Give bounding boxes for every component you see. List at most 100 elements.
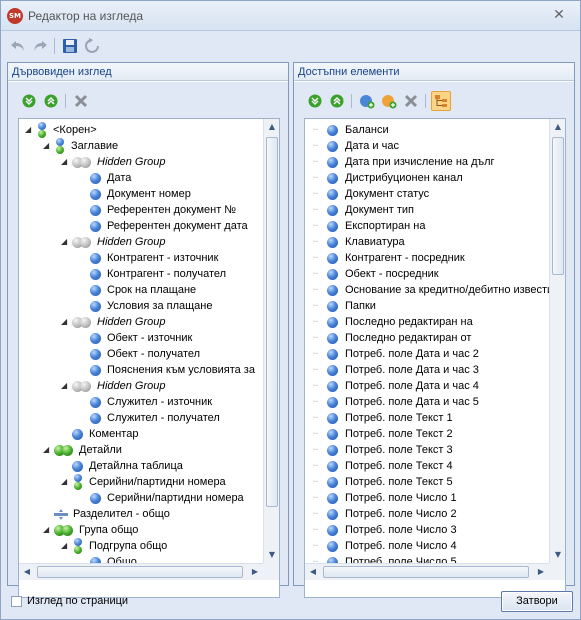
list-item[interactable]: ┈ Документ тип	[305, 202, 549, 218]
tree-node[interactable]: Дата	[19, 170, 269, 186]
collapse-toggle-icon[interactable]: ◢	[43, 446, 51, 454]
tree-node-label: Дата	[107, 172, 132, 184]
tree-node[interactable]: Коментар	[19, 426, 269, 442]
list-item[interactable]: ┈ Потреб. поле Число 3	[305, 522, 549, 538]
list-item[interactable]: ┈ Потреб. поле Текст 1	[305, 410, 549, 426]
list-item[interactable]: ┈ Потреб. поле Дата и час 3	[305, 362, 549, 378]
list-item[interactable]: ┈ Потреб. поле Дата и час 4	[305, 378, 549, 394]
tree-line-icon: ┈	[313, 541, 318, 550]
collapse-toggle-icon[interactable]: ◢	[61, 158, 69, 166]
list-item[interactable]: ┈ Потреб. поле Дата и час 5	[305, 394, 549, 410]
tree-node[interactable]: ◢ <Корен>	[19, 122, 269, 138]
scroll-up-arrow-icon[interactable]: ▲	[264, 119, 279, 135]
scroll-down-arrow-icon[interactable]: ▼	[550, 547, 565, 563]
list-horizontal-scrollbar[interactable]: ◀ ▶	[305, 563, 549, 580]
scroll-thumb[interactable]	[323, 566, 529, 578]
list-item[interactable]: ┈ Дата при изчисление на дълг	[305, 154, 549, 170]
collapse-toggle-icon[interactable]: ◢	[43, 526, 51, 534]
scroll-thumb[interactable]	[37, 566, 243, 578]
tree-node[interactable]: Референтен документ дата	[19, 218, 269, 234]
collapse-toggle-icon[interactable]: ◢	[25, 126, 33, 134]
delete-icon[interactable]	[402, 92, 420, 110]
list-item[interactable]: ┈ Контрагент - посредник	[305, 250, 549, 266]
tree-node[interactable]: ◢ Детайли	[19, 442, 269, 458]
tree-node[interactable]: ◢ Hidden Group	[19, 154, 269, 170]
scroll-down-arrow-icon[interactable]: ▼	[264, 547, 279, 563]
list-item[interactable]: ┈ Потреб. поле Число 1	[305, 490, 549, 506]
expand-all-icon[interactable]	[306, 92, 324, 110]
scroll-thumb[interactable]	[552, 137, 564, 275]
redo-icon[interactable]	[31, 37, 49, 55]
close-button[interactable]: Затвори	[501, 591, 573, 612]
close-window-icon[interactable]: ✕	[550, 6, 568, 24]
tree-node[interactable]: ◢ Група общо	[19, 522, 269, 538]
list-item[interactable]: ┈ Дата и час	[305, 138, 549, 154]
tree-node[interactable]: Контрагент - източник	[19, 250, 269, 266]
collapse-toggle-icon[interactable]: ◢	[43, 142, 51, 150]
collapse-all-icon[interactable]	[328, 92, 346, 110]
list-item[interactable]: ┈ Потреб. поле Текст 4	[305, 458, 549, 474]
tree-node[interactable]: Детайлна таблица	[19, 458, 269, 474]
list-item-label: Обект - посредник	[345, 268, 439, 280]
add-group-icon[interactable]	[380, 92, 398, 110]
list-item[interactable]: ┈ Баланси	[305, 122, 549, 138]
refresh-icon[interactable]	[83, 37, 101, 55]
delete-icon[interactable]	[72, 92, 90, 110]
list-item[interactable]: ┈ Потреб. поле Число 2	[305, 506, 549, 522]
tree-node[interactable]: Служител - получател	[19, 410, 269, 426]
paged-view-checkbox[interactable]	[11, 596, 22, 607]
add-element-icon[interactable]	[358, 92, 376, 110]
tree-node[interactable]: Срок на плащане	[19, 282, 269, 298]
tree-node[interactable]: Обект - получател	[19, 346, 269, 362]
tree-node[interactable]: ◢ Hidden Group	[19, 314, 269, 330]
collapse-toggle-icon[interactable]: ◢	[61, 238, 69, 246]
collapse-toggle-icon[interactable]: ◢	[61, 382, 69, 390]
tree-node[interactable]: Референтен документ №	[19, 202, 269, 218]
tree-node[interactable]: ◢ Hidden Group	[19, 378, 269, 394]
tree-node[interactable]: ◢ Hidden Group	[19, 234, 269, 250]
tree-node[interactable]: ◢ Заглавие	[19, 138, 269, 154]
list-item[interactable]: ┈ Последно редактиран на	[305, 314, 549, 330]
list-item[interactable]: ┈ Папки	[305, 298, 549, 314]
list-item[interactable]: ┈ Дистрибуционен канал	[305, 170, 549, 186]
list-item[interactable]: ┈ Клавиатура	[305, 234, 549, 250]
tree-node[interactable]: ◢ Серийни/партидни номера	[19, 474, 269, 490]
list-item[interactable]: ┈ Потреб. поле Число 4	[305, 538, 549, 554]
collapse-toggle-icon[interactable]: ◢	[61, 542, 69, 550]
scroll-thumb[interactable]	[266, 137, 278, 507]
undo-icon[interactable]	[9, 37, 27, 55]
collapse-toggle-icon[interactable]: ◢	[61, 478, 69, 486]
list-vertical-scrollbar[interactable]: ▲ ▼	[549, 119, 565, 564]
list-item[interactable]: ┈ Основание за кредитно/дебитно известие	[305, 282, 549, 298]
expand-all-icon[interactable]	[20, 92, 38, 110]
scroll-right-arrow-icon[interactable]: ▶	[247, 564, 263, 580]
tree-node[interactable]: Условия за плащане	[19, 298, 269, 314]
list-item[interactable]: ┈ Потреб. поле Текст 3	[305, 442, 549, 458]
tree-node[interactable]: Пояснения към условията за	[19, 362, 269, 378]
scroll-up-arrow-icon[interactable]: ▲	[550, 119, 565, 135]
tree-view-icon[interactable]	[431, 91, 451, 111]
tree-node[interactable]: Серийни/партидни номера	[19, 490, 269, 506]
list-item[interactable]: ┈ Документ статус	[305, 186, 549, 202]
save-icon[interactable]	[61, 37, 79, 55]
tree-node[interactable]: Контрагент - получател	[19, 266, 269, 282]
tree-node[interactable]: Служител - източник	[19, 394, 269, 410]
tree-node[interactable]: Разделител - общо	[19, 506, 269, 522]
scroll-left-arrow-icon[interactable]: ◀	[19, 564, 35, 580]
available-elements-panel-title: Достъпни елементи	[294, 63, 574, 81]
tree-horizontal-scrollbar[interactable]: ◀ ▶	[19, 563, 263, 580]
tree-node[interactable]: ◢ Подгрупа общо	[19, 538, 269, 554]
list-item[interactable]: ┈ Последно редактиран от	[305, 330, 549, 346]
list-item[interactable]: ┈ Експортиран на	[305, 218, 549, 234]
list-item[interactable]: ┈ Потреб. поле Дата и час 2	[305, 346, 549, 362]
list-item[interactable]: ┈ Потреб. поле Текст 5	[305, 474, 549, 490]
collapse-all-icon[interactable]	[42, 92, 60, 110]
tree-vertical-scrollbar[interactable]: ▲ ▼	[263, 119, 279, 564]
tree-node[interactable]: Обект - източник	[19, 330, 269, 346]
list-item[interactable]: ┈ Обект - посредник	[305, 266, 549, 282]
list-item[interactable]: ┈ Потреб. поле Текст 2	[305, 426, 549, 442]
tree-node[interactable]: Документ номер	[19, 186, 269, 202]
scroll-right-arrow-icon[interactable]: ▶	[533, 564, 549, 580]
collapse-toggle-icon[interactable]: ◢	[61, 318, 69, 326]
scroll-left-arrow-icon[interactable]: ◀	[305, 564, 321, 580]
